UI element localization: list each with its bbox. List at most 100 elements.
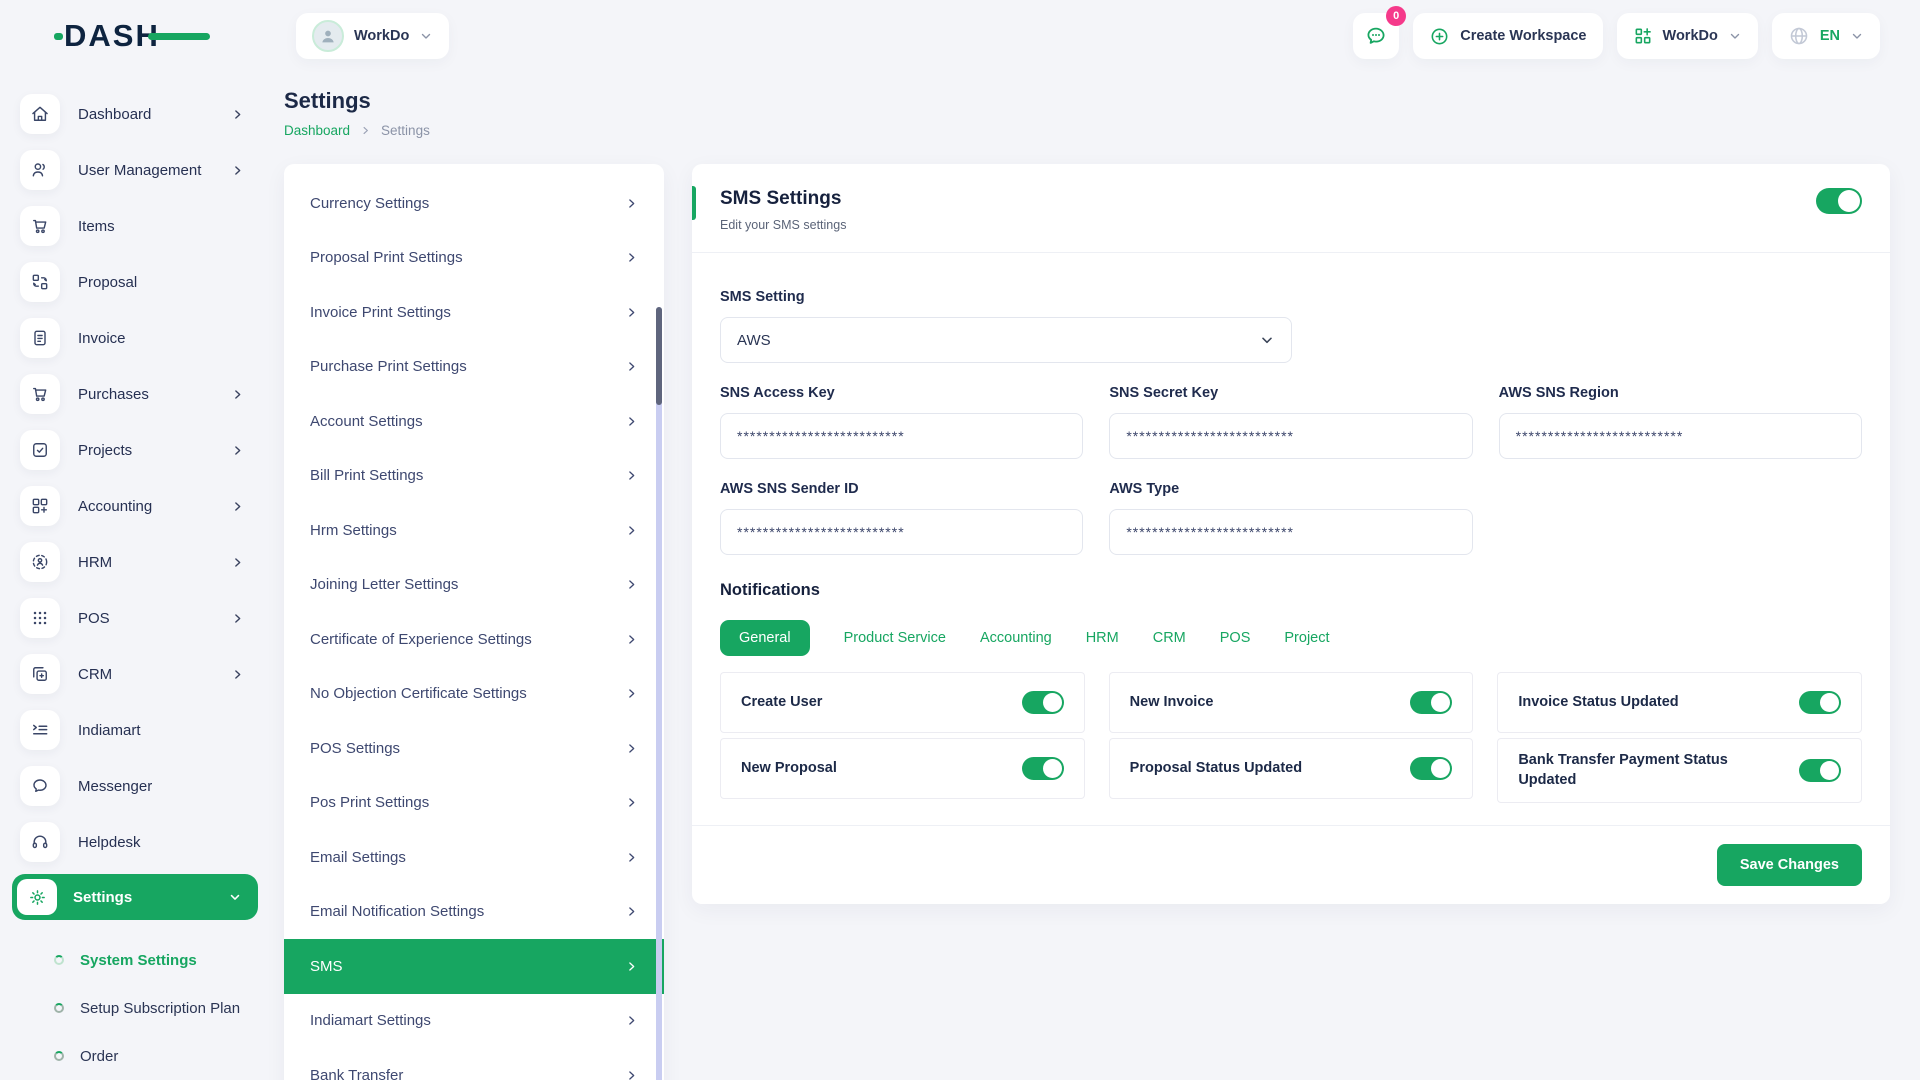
logo-accent-dot [54,33,63,40]
menu-item-currency-settings[interactable]: Currency Settings [284,176,664,231]
chevron-right-icon [231,108,244,121]
menu-item-account-settings[interactable]: Account Settings [284,394,664,449]
submenu-item-setup-subscription-plan[interactable]: Setup Subscription Plan [0,984,270,1032]
globe-icon [1788,25,1810,47]
scrollbar-track[interactable] [656,307,662,1080]
sidebar-item-messenger[interactable]: Messenger [0,758,270,814]
chevron-right-icon [231,556,244,569]
menu-item-pos-settings[interactable]: POS Settings [284,721,664,776]
sidebar-item-purchases[interactable]: Purchases [0,366,270,422]
new-invoice-toggle[interactable] [1410,691,1452,714]
language-button[interactable]: EN [1772,13,1880,59]
tab-accounting[interactable]: Accounting [980,620,1052,656]
tab-hrm[interactable]: HRM [1086,620,1119,656]
menu-item-bill-print-settings[interactable]: Bill Print Settings [284,449,664,504]
toggle-knob [1838,190,1860,212]
chevron-right-icon [231,388,244,401]
save-changes-button[interactable]: Save Changes [1717,844,1862,886]
sms-provider-select[interactable]: AWS [720,317,1292,363]
aws-type-input[interactable] [1109,509,1472,555]
menu-item-joining-letter-settings[interactable]: Joining Letter Settings [284,558,664,613]
menu-item-pos-print-settings[interactable]: Pos Print Settings [284,776,664,831]
sidebar-item-settings[interactable]: Settings [12,874,258,920]
menu-item-indiamart-settings[interactable]: Indiamart Settings [284,994,664,1049]
messages-button[interactable]: 0 [1353,13,1399,59]
gear-icon [17,879,57,915]
toggle-knob [1043,759,1062,778]
create-user-toggle[interactable] [1022,691,1064,714]
person-icon [318,26,338,46]
menu-item-purchase-print-settings[interactable]: Purchase Print Settings [284,340,664,395]
chevron-down-icon [1259,332,1275,348]
notification-card-proposal-status-updated: Proposal Status Updated [1109,738,1474,799]
menu-item-email-settings[interactable]: Email Settings [284,830,664,885]
sns-secret-key-input[interactable] [1109,413,1472,459]
menu-item-sms[interactable]: SMS [284,939,664,994]
workdo-menu-button[interactable]: WorkDo [1617,13,1758,59]
menu-item-hrm-settings[interactable]: Hrm Settings [284,503,664,558]
submenu-item-order[interactable]: Order [0,1032,270,1080]
sidebar-item-user-management[interactable]: User Management [0,142,270,198]
sms-settings-enable-toggle[interactable] [1816,188,1862,214]
scrollbar-thumb[interactable] [656,307,662,405]
toggle-knob [1043,693,1062,712]
sidebar-item-projects[interactable]: Projects [0,422,270,478]
notification-card-new-proposal: New Proposal [720,738,1085,799]
chevron-right-icon [625,742,638,755]
field-sns-access-key: SNS Access Key [720,385,1083,459]
aws-sns-region-input[interactable] [1499,413,1862,459]
workspace-name: WorkDo [354,28,409,44]
sns-access-key-input[interactable] [720,413,1083,459]
field-aws-sns-region: AWS SNS Region [1499,385,1862,459]
sidebar-item-items[interactable]: Items [0,198,270,254]
chevron-right-icon [625,415,638,428]
brand-logo[interactable]: DASH [64,18,214,54]
tab-general[interactable]: General [720,620,810,656]
selected-provider: AWS [737,332,771,349]
sidebar-item-indiamart[interactable]: Indiamart [0,702,270,758]
avatar [312,20,344,52]
sidebar-item-dashboard[interactable]: Dashboard [0,86,270,142]
chevron-down-icon [1728,29,1742,43]
sidebar-item-invoice[interactable]: Invoice [0,310,270,366]
menu-item-proposal-print-settings[interactable]: Proposal Print Settings [284,231,664,286]
toggle-knob [1820,693,1839,712]
notification-card-new-invoice: New Invoice [1109,672,1474,733]
notifications-heading: Notifications [720,581,1862,600]
person-scan-icon [20,542,60,582]
workspace-switcher[interactable]: WorkDo [296,13,449,59]
workdo-menu-label: WorkDo [1663,28,1718,44]
invoice-status-updated-toggle[interactable] [1799,691,1841,714]
sidebar-item-proposal[interactable]: Proposal [0,254,270,310]
menu-item-certificate-of-experience-settings[interactable]: Certificate of Experience Settings [284,612,664,667]
sidebar-item-crm[interactable]: CRM [0,646,270,702]
copy-squares-icon [20,654,60,694]
aws-sns-sender-id-input[interactable] [720,509,1083,555]
menu-item-bank-transfer[interactable]: Bank Transfer [284,1048,664,1080]
menu-item-email-notification-settings[interactable]: Email Notification Settings [284,885,664,940]
menu-item-invoice-print-settings[interactable]: Invoice Print Settings [284,285,664,340]
notification-column: Create User New Proposal [720,672,1085,799]
proposal-status-updated-toggle[interactable] [1410,757,1452,780]
sidebar-item-helpdesk[interactable]: Helpdesk [0,814,270,870]
panel-footer: Save Changes [692,825,1890,904]
app-root: DASH WorkDo [0,0,1920,1080]
breadcrumb-dashboard-link[interactable]: Dashboard [284,123,350,138]
field-aws-sns-sender-id: AWS SNS Sender ID [720,481,1083,555]
tab-pos[interactable]: POS [1220,620,1251,656]
sidebar-item-accounting[interactable]: Accounting [0,478,270,534]
tab-product-service[interactable]: Product Service [844,620,946,656]
new-proposal-toggle[interactable] [1022,757,1064,780]
sidebar-item-pos[interactable]: POS [0,590,270,646]
sidebar-item-hrm[interactable]: HRM [0,534,270,590]
menu-item-no-objection-certificate-settings[interactable]: No Objection Certificate Settings [284,667,664,722]
home-icon [20,94,60,134]
submenu-item-system-settings[interactable]: System Settings [0,936,270,984]
bank-transfer-payment-status-toggle[interactable] [1799,759,1841,782]
tab-project[interactable]: Project [1284,620,1329,656]
brand-name: DASH [64,18,160,53]
topbar: DASH WorkDo [0,0,1920,72]
chevron-right-icon [360,125,371,136]
tab-crm[interactable]: CRM [1153,620,1186,656]
create-workspace-button[interactable]: Create Workspace [1413,13,1602,59]
